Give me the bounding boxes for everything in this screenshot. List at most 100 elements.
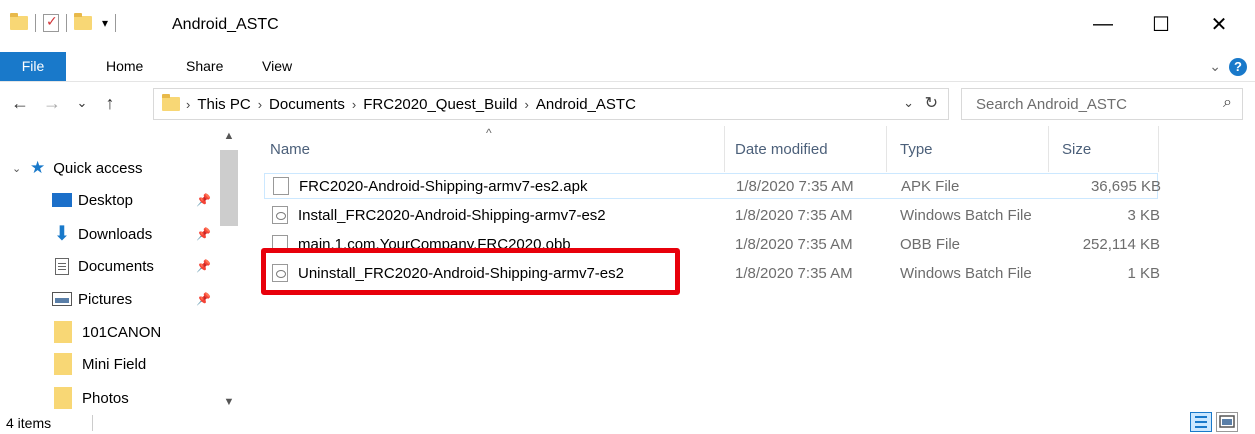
navigation-pane: ⌄ ★ Quick access Desktop 📌 ⬇ Downloads 📌…: [0, 126, 240, 412]
table-row[interactable]: FRC2020-Android-Shipping-armv7-es2.apk 1…: [264, 173, 1161, 199]
breadcrumb-documents[interactable]: Documents: [262, 96, 352, 113]
sort-ascending-icon: ^: [486, 126, 492, 140]
column-header-size[interactable]: Size: [1062, 126, 1091, 172]
pin-icon[interactable]: 📌: [196, 259, 211, 273]
column-header-date[interactable]: Date modified: [735, 126, 828, 172]
properties-icon[interactable]: [43, 13, 59, 32]
navigation-bar: ← → ⌄ ↑ › This PC › Documents › FRC2020_…: [0, 82, 1255, 126]
status-bar: 4 items: [0, 412, 1255, 434]
search-box[interactable]: ⌕: [961, 88, 1243, 120]
scroll-up-icon[interactable]: ▲: [218, 130, 240, 142]
sidebar-item-label: 101CANON: [82, 323, 162, 341]
refresh-icon[interactable]: ↻: [925, 93, 938, 113]
file-type: Windows Batch File: [900, 207, 1032, 224]
scrollbar-thumb[interactable]: [220, 150, 238, 226]
table-row[interactable]: Install_FRC2020-Android-Shipping-armv7-e…: [264, 203, 1160, 229]
pin-icon[interactable]: 📌: [196, 292, 211, 306]
customize-toolbar-dropdown[interactable]: ▾: [102, 16, 108, 30]
details-view-icon: [1195, 416, 1207, 428]
forward-button[interactable]: →: [40, 93, 64, 114]
sidebar-item-desktop[interactable]: Desktop: [52, 184, 133, 216]
up-button[interactable]: ↑: [98, 93, 122, 114]
maximize-button[interactable]: ☐: [1138, 8, 1184, 40]
column-divider[interactable]: [1048, 126, 1049, 172]
search-icon[interactable]: ⌕: [1223, 94, 1232, 112]
divider: [92, 415, 93, 431]
file-size: 36,695 KB: [1090, 178, 1161, 195]
quick-access-toolbar: ▾: [10, 13, 123, 32]
details-view-button[interactable]: [1190, 412, 1212, 432]
search-input[interactable]: [962, 89, 1202, 119]
large-icons-view-icon: [1219, 415, 1235, 428]
sidebar-item-101canon[interactable]: 101CANON: [54, 316, 161, 348]
batch-file-icon: [272, 206, 288, 224]
address-dropdown-icon[interactable]: ⌄: [903, 95, 914, 111]
back-button[interactable]: ←: [8, 93, 32, 114]
address-bar[interactable]: › This PC › Documents › FRC2020_Quest_Bu…: [153, 88, 949, 120]
sidebar-item-documents[interactable]: Documents: [52, 250, 154, 282]
recent-locations-button[interactable]: ⌄: [70, 95, 94, 111]
sidebar-item-downloads[interactable]: ⬇ Downloads: [52, 218, 153, 250]
tab-share[interactable]: Share: [170, 52, 239, 81]
sidebar-item-label: Desktop: [78, 191, 134, 209]
pictures-icon: [52, 292, 72, 306]
close-button[interactable]: ✕: [1196, 8, 1242, 40]
sidebar-item-label: Mini Field: [82, 355, 147, 373]
pin-icon[interactable]: 📌: [196, 193, 211, 207]
sidebar-item-label: Photos: [82, 389, 129, 407]
column-divider[interactable]: [886, 126, 887, 172]
sidebar-item-photos[interactable]: Photos: [54, 382, 129, 412]
sidebar-item-label: Documents: [78, 257, 154, 275]
title-bar: ▾ Android_ASTC — ☐ ✕: [0, 0, 1255, 52]
new-folder-icon[interactable]: [74, 13, 92, 30]
sidebar-item-mini-field[interactable]: Mini Field: [54, 348, 146, 380]
large-icons-view-button[interactable]: [1216, 412, 1238, 432]
file-type: OBB File: [900, 236, 961, 253]
file-name: FRC2020-Android-Shipping-armv7-es2.apk: [299, 178, 588, 195]
item-count: 4 items: [6, 415, 52, 431]
column-header-type[interactable]: Type: [900, 126, 933, 172]
divider: [35, 14, 36, 32]
chevron-down-icon[interactable]: ⌄: [12, 162, 22, 175]
scroll-down-icon[interactable]: ▼: [218, 396, 240, 408]
file-size: 1 KB: [1127, 265, 1160, 282]
tab-home[interactable]: Home: [90, 52, 159, 81]
highlight-box: [261, 248, 680, 295]
minimize-button[interactable]: —: [1080, 8, 1126, 40]
column-divider[interactable]: [1158, 126, 1159, 172]
window-title: Android_ASTC: [172, 16, 279, 33]
column-header-name[interactable]: Name: [270, 126, 470, 172]
breadcrumb-android-astc[interactable]: Android_ASTC: [529, 96, 643, 113]
sidebar-item-pictures[interactable]: Pictures: [52, 283, 132, 315]
folder-icon: [10, 13, 28, 30]
ribbon: File Home Share View ⌄ ?: [0, 52, 1255, 82]
sidebar-item-label: Downloads: [78, 225, 153, 243]
file-type: APK File: [901, 178, 960, 195]
file-size: 252,114 KB: [1082, 236, 1160, 253]
folder-icon: [54, 321, 72, 343]
sidebar-item-label: Pictures: [78, 290, 133, 308]
file-date: 1/8/2020 7:35 AM: [736, 178, 854, 195]
breadcrumb-this-pc[interactable]: This PC: [190, 96, 257, 113]
breadcrumb-frc2020-quest-build[interactable]: FRC2020_Quest_Build: [356, 96, 524, 113]
file-size: 3 KB: [1127, 207, 1160, 224]
tab-view[interactable]: View: [246, 52, 308, 81]
file-date: 1/8/2020 7:35 AM: [735, 265, 853, 282]
folder-icon: [54, 353, 72, 375]
folder-icon: [162, 94, 180, 111]
divider: [66, 14, 67, 32]
downloads-icon: ⬇: [53, 223, 71, 245]
folder-icon: [54, 387, 72, 409]
divider: [115, 14, 117, 32]
desktop-icon: [52, 193, 72, 207]
file-name: Install_FRC2020-Android-Shipping-armv7-e…: [298, 207, 606, 224]
expand-ribbon-icon[interactable]: ⌄: [1209, 58, 1221, 75]
help-icon[interactable]: ?: [1229, 58, 1247, 76]
pin-icon[interactable]: 📌: [196, 227, 211, 241]
tab-file[interactable]: File: [0, 52, 66, 81]
sidebar-item-label: Quick access: [53, 159, 143, 177]
file-type: Windows Batch File: [900, 265, 1032, 282]
navigation-scrollbar[interactable]: ▲ ▼: [218, 126, 240, 412]
sidebar-item-quick-access[interactable]: ⌄ ★ Quick access: [12, 152, 142, 184]
column-divider[interactable]: [724, 126, 725, 172]
